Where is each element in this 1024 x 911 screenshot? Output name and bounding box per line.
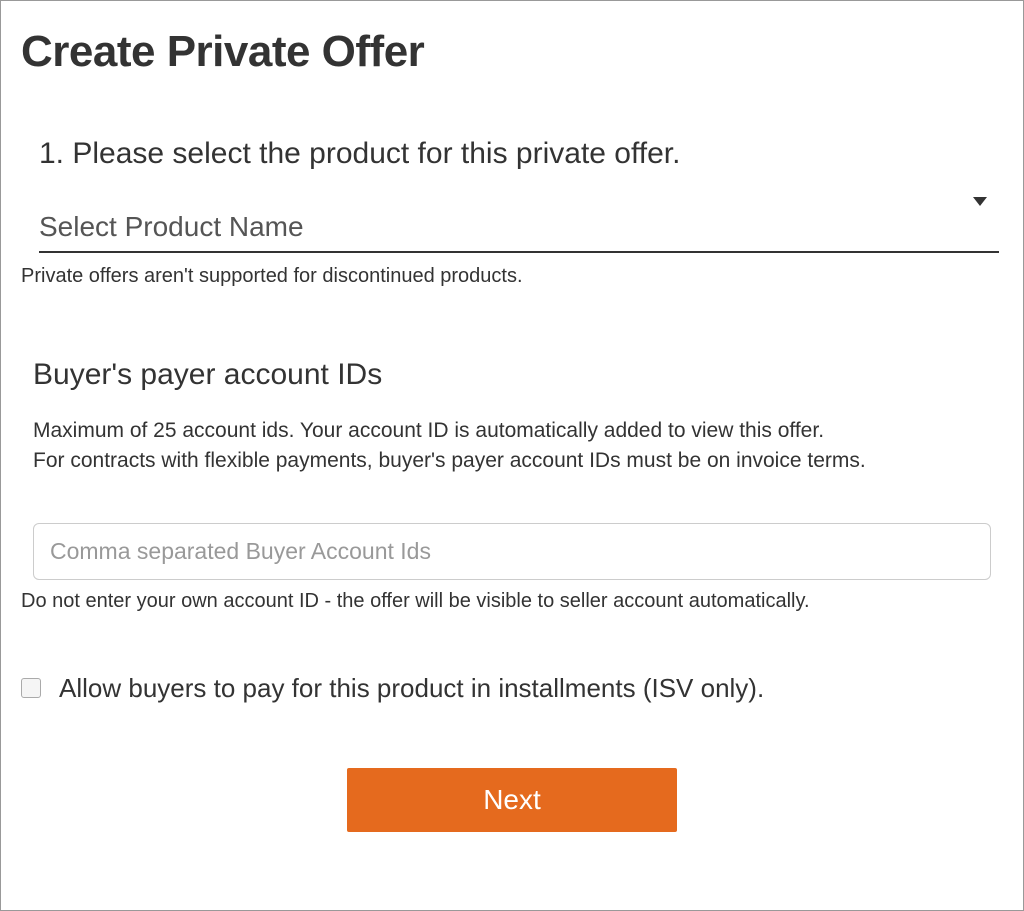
installments-label[interactable]: Allow buyers to pay for this product in … (59, 673, 764, 704)
buyer-account-ids-input[interactable] (33, 523, 991, 580)
create-private-offer-form: Create Private Offer 1. Please select th… (0, 0, 1024, 911)
buyer-desc-line1: Maximum of 25 account ids. Your account … (33, 419, 824, 442)
caret-down-icon (973, 197, 987, 206)
buyer-section-description: Maximum of 25 account ids. Your account … (33, 416, 1003, 477)
installments-row: Allow buyers to pay for this product in … (21, 673, 1003, 704)
product-select-display: Select Product Name (39, 211, 999, 243)
product-select[interactable]: Select Product Name (39, 211, 999, 253)
buyer-input-hint: Do not enter your own account ID - the o… (21, 590, 1003, 613)
installments-checkbox[interactable] (21, 678, 41, 698)
buyer-desc-line2: For contracts with flexible payments, bu… (33, 449, 866, 472)
step-1-title: 1. Please select the product for this pr… (39, 137, 1003, 171)
button-row: Next (21, 768, 1003, 832)
page-title: Create Private Offer (21, 27, 1003, 77)
next-button[interactable]: Next (347, 768, 677, 832)
buyer-section-title: Buyer's payer account IDs (33, 358, 1003, 392)
product-select-hint: Private offers aren't supported for disc… (21, 265, 1003, 288)
